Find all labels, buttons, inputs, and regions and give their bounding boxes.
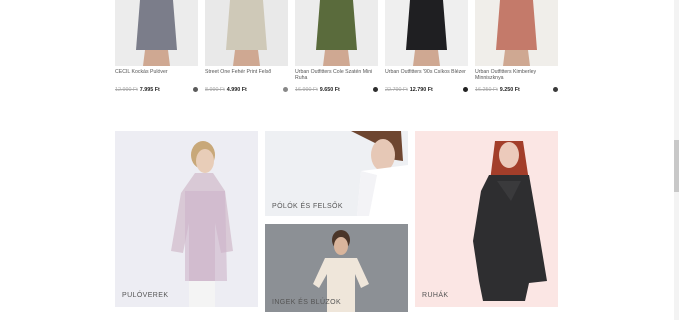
category-tile-pulloverek[interactable]: PULÓVEREK: [115, 131, 258, 307]
product-new-price: 9.650 Ft: [319, 87, 340, 93]
category-label-pulloverek: PULÓVEREK: [122, 292, 169, 299]
product-name[interactable]: Street One Fehér Print Felső: [205, 69, 288, 75]
product-old-price: 22.790 Ft: [385, 87, 408, 93]
product-name[interactable]: Urban Outfitters Kimberley Minniszknya: [475, 69, 558, 82]
scrollbar-thumb[interactable]: [674, 140, 679, 192]
category-label-ruhak: RUHÁK: [422, 292, 449, 299]
color-swatch-icon[interactable]: [193, 87, 198, 92]
product-prices: 16.250 Ft 9.250 Ft: [475, 86, 558, 94]
category-image-pulloverek: [171, 141, 233, 307]
product-old-price: 16.990 Ft: [295, 87, 318, 93]
product-image[interactable]: [385, 0, 468, 66]
category-image-ruhak: [473, 141, 547, 301]
product-image[interactable]: [475, 0, 558, 66]
product-image[interactable]: [115, 0, 198, 66]
product-old-price: 16.250 Ft: [475, 87, 498, 93]
product-name[interactable]: Urban Outfitters Cole Szatén Mini Ruha: [295, 69, 378, 82]
product-name[interactable]: CECIL Kockás Pulóver: [115, 69, 198, 75]
product-prices: 8.990 Ft 4.990 Ft: [205, 86, 288, 94]
color-swatch-icon[interactable]: [373, 87, 378, 92]
product-old-price: 8.990 Ft: [205, 87, 225, 93]
product-old-price: 12.990 Ft: [115, 87, 138, 93]
color-swatch-icon[interactable]: [553, 87, 558, 92]
product-image[interactable]: [295, 0, 378, 66]
category-tile-ingek[interactable]: INGEK ÉS BLÚZOK: [265, 224, 408, 312]
product-name[interactable]: Urban Outfitters '90s Csíkos Blézer: [385, 69, 468, 75]
scrollbar[interactable]: [674, 0, 679, 320]
category-label-ingek: INGEK ÉS BLÚZOK: [272, 299, 342, 306]
product-image[interactable]: [205, 0, 288, 66]
product-prices: 22.790 Ft 12.790 Ft: [385, 86, 468, 94]
product-prices: 12.990 Ft 7.995 Ft: [115, 86, 198, 94]
category-tile-ruhak[interactable]: RUHÁK: [415, 131, 558, 307]
product-new-price: 7.995 Ft: [139, 87, 160, 93]
category-label-polok: PÓLÓK ÉS FELSŐK: [272, 203, 343, 210]
product-prices: 16.990 Ft 9.650 Ft: [295, 86, 378, 94]
color-swatch-icon[interactable]: [283, 87, 288, 92]
product-new-price: 12.790 Ft: [409, 87, 433, 93]
color-swatch-icon[interactable]: [463, 87, 468, 92]
product-new-price: 4.990 Ft: [226, 87, 247, 93]
category-tile-polok[interactable]: PÓLÓK ÉS FELSŐK: [265, 131, 408, 216]
product-new-price: 9.250 Ft: [499, 87, 520, 93]
